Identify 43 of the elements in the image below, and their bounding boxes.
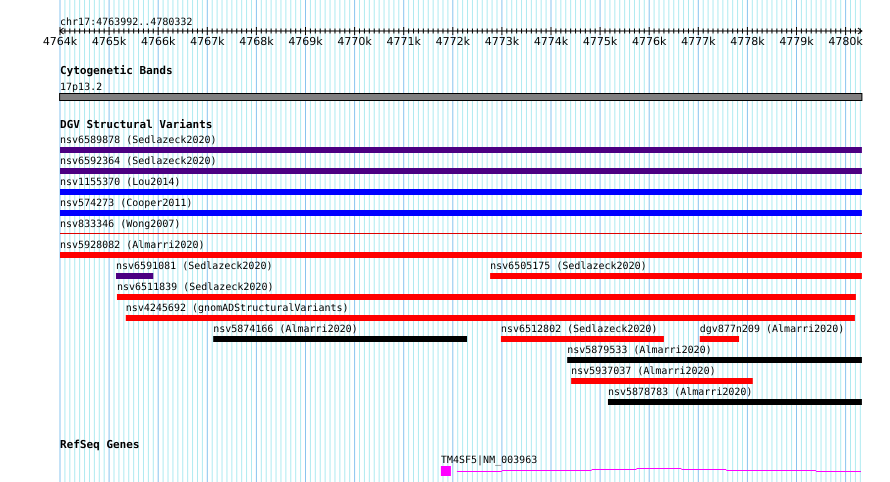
variant-label: nsv574273 (Cooper2011) <box>60 198 192 209</box>
variant-label: nsv833346 (Wong2007) <box>60 219 180 230</box>
tick-label: 4777k <box>681 35 716 48</box>
tick-label: 4770k <box>337 35 372 48</box>
variant-label: nsv5937037 (Almarri2020) <box>571 366 716 377</box>
variant-label: nsv5879533 (Almarri2020) <box>567 345 712 356</box>
variant-label: nsv4245692 (gnomADStructuralVariants) <box>126 303 349 314</box>
tick-label: 4780k <box>828 35 863 48</box>
variant-label: nsv6512802 (Sedlazeck2020) <box>500 324 658 335</box>
variant-bar[interactable] <box>116 273 154 279</box>
tick-label: 4779k <box>779 35 814 48</box>
variant-label: nsv6505175 (Sedlazeck2020) <box>490 261 647 272</box>
band-label: 17p13.2 <box>60 82 102 93</box>
track-title: DGV Structural Variants <box>60 118 212 131</box>
variant-label: nsv5928082 (Almarri2020) <box>60 240 204 251</box>
variant-bar[interactable] <box>700 336 740 342</box>
tick-label: 4766k <box>141 35 176 48</box>
variant-label: nsv5878783 (Almarri2020) <box>608 387 752 398</box>
tick-label: 4769k <box>288 35 323 48</box>
variant-label: dgv877n209 (Almarri2020) <box>700 324 844 335</box>
variant-label: nsv6511839 (Sedlazeck2020) <box>116 282 274 293</box>
track-title: Cytogenetic Bands <box>60 64 173 77</box>
tick-label: 4774k <box>534 35 568 48</box>
variant-label: nsv5874166 (Almarri2020) <box>213 324 358 335</box>
tick-label: 4767k <box>190 35 224 48</box>
variant-label: nsv6591081 (Sedlazeck2020) <box>116 261 273 272</box>
tick-label: 4764k <box>42 35 78 48</box>
tick-label: 4771k <box>386 35 421 48</box>
tick-label: 4776k <box>632 35 666 48</box>
tick-label: 4772k <box>436 35 470 48</box>
gene-label: TM4SF5|NM_003963 <box>440 455 538 466</box>
variant-label: nsv6592364 (Sedlazeck2020) <box>60 156 217 167</box>
variant-label: nsv1155370 (Lou2014) <box>60 177 180 188</box>
tick-label: 4775k <box>582 35 618 48</box>
tick-label: 4778k <box>730 35 765 48</box>
tick-label: 4765k <box>92 35 126 48</box>
region-label: chr17:4763992..4780332 <box>60 17 192 28</box>
variant-label: nsv6589878 (Sedlazeck2020) <box>60 135 217 146</box>
gene-model[interactable] <box>440 466 862 476</box>
tick-label: 4773k <box>484 35 520 48</box>
track-title: RefSeq Genes <box>60 438 140 451</box>
variant-line[interactable] <box>60 233 862 234</box>
tick-label: 4768k <box>239 35 274 48</box>
